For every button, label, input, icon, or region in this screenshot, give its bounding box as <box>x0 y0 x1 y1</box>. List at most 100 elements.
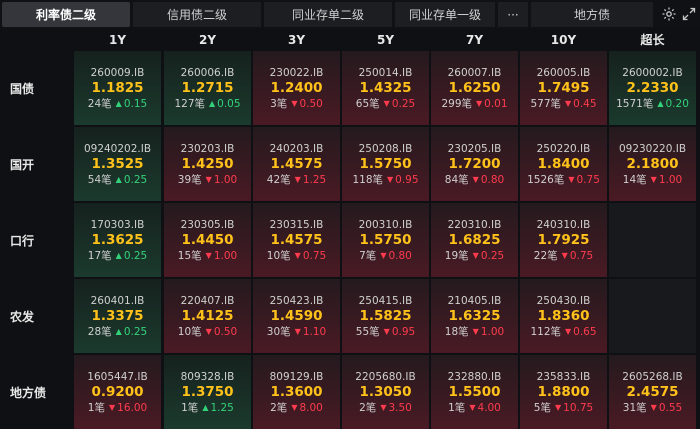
yield-value: 1.3050 <box>359 383 412 400</box>
arrow-down-icon: ▼ <box>469 402 476 412</box>
tab-credit-secondary[interactable]: 信用债二级 <box>133 2 261 27</box>
bond-code: 09240202.IB <box>83 142 152 155</box>
quote-cell[interactable]: 2205680.IB 1.3050 2笔 ▼ 3.50 <box>342 355 429 429</box>
bond-code: 230203.IB <box>180 142 235 155</box>
bond-code: 809328.IB <box>180 370 235 383</box>
quote-cell[interactable]: 809328.IB 1.3750 1笔 ▲ 1.25 <box>164 355 251 429</box>
change-bp: 0.75 <box>302 249 327 262</box>
change-bp: 1.00 <box>213 173 238 186</box>
quote-cell[interactable]: 235833.IB 1.8800 5笔 ▼ 10.75 <box>520 355 607 429</box>
quote-cell[interactable]: 260006.IB 1.2715 127笔 ▲ 0.05 <box>164 51 251 125</box>
arrow-down-icon: ▼ <box>108 402 116 412</box>
arrow-down-icon: ▼ <box>650 174 657 184</box>
empty-cell <box>609 203 696 277</box>
quote-cell[interactable]: 250430.IB 1.8360 112笔 ▼ 0.65 <box>520 279 607 353</box>
gear-icon[interactable] <box>661 6 677 22</box>
change-bp: 0.80 <box>388 249 412 262</box>
trade-count: 5笔 <box>533 401 551 414</box>
arrow-down-icon: ▼ <box>294 326 301 336</box>
quote-cell[interactable]: 230022.IB 1.2400 3笔 ▼ 0.50 <box>253 51 340 125</box>
change-bp: 0.25 <box>480 249 505 262</box>
bond-code: 220310.IB <box>447 218 502 231</box>
quote-cell[interactable]: 220407.IB 1.4125 10笔 ▼ 0.50 <box>164 279 251 353</box>
bond-code: 260009.IB <box>90 66 145 79</box>
quote-cell[interactable]: 260007.IB 1.6250 299笔 ▼ 0.01 <box>431 51 518 125</box>
yield-value: 1.8360 <box>537 307 590 324</box>
trade-meta: 2笔 ▼ 3.50 <box>359 401 412 415</box>
quote-cell[interactable]: 250014.IB 1.4325 65笔 ▼ 0.25 <box>342 51 429 125</box>
change-bp: 0.25 <box>123 325 148 338</box>
trade-count: 28笔 <box>87 325 112 338</box>
bond-code: 250423.IB <box>269 294 324 307</box>
quote-cell[interactable]: 250423.IB 1.4590 30笔 ▼ 1.10 <box>253 279 340 353</box>
column-header-10y: 10Y <box>550 32 577 47</box>
trade-count: 31笔 <box>622 401 647 414</box>
bond-code: 2205680.IB <box>355 370 416 383</box>
yield-value: 1.2715 <box>181 79 234 96</box>
trade-count: 127笔 <box>174 97 205 110</box>
quote-cell[interactable]: 250220.IB 1.8400 1526笔 ▼ 0.75 <box>520 127 607 201</box>
bond-code: 260007.IB <box>447 66 502 79</box>
quote-cell[interactable]: 210405.IB 1.6325 18笔 ▼ 1.00 <box>431 279 518 353</box>
quote-cell[interactable]: 250208.IB 1.5750 118笔 ▼ 0.95 <box>342 127 429 201</box>
quote-cell[interactable]: 250415.IB 1.5825 55笔 ▼ 0.95 <box>342 279 429 353</box>
quote-cell[interactable]: 170303.IB 1.3625 17笔 ▲ 0.25 <box>74 203 161 277</box>
arrow-down-icon: ▼ <box>294 174 301 184</box>
expand-icon[interactable] <box>681 6 697 22</box>
trade-meta: 10笔 ▼ 0.75 <box>267 249 326 263</box>
quote-cell[interactable]: 240203.IB 1.4575 42笔 ▼ 1.25 <box>253 127 340 201</box>
quote-cell[interactable]: 230305.IB 1.4450 15笔 ▼ 1.00 <box>164 203 251 277</box>
change-bp: 1.10 <box>302 325 327 338</box>
tab-ncd-primary[interactable]: 同业存单一级 <box>395 2 495 27</box>
arrow-down-icon: ▼ <box>387 174 394 184</box>
trade-meta: 65笔 ▼ 0.25 <box>356 97 415 111</box>
arrow-down-icon: ▼ <box>380 250 387 260</box>
trade-meta: 112笔 ▼ 0.65 <box>530 325 596 339</box>
arrow-up-icon: ▲ <box>657 98 664 108</box>
row-header: 国债 <box>10 81 35 96</box>
quote-cell[interactable]: 809129.IB 1.3600 2笔 ▼ 8.00 <box>253 355 340 429</box>
bond-code: 250430.IB <box>536 294 591 307</box>
more-tabs-button[interactable]: ··· <box>498 2 528 27</box>
quote-cell[interactable]: 230205.IB 1.7200 84笔 ▼ 0.80 <box>431 127 518 201</box>
yield-value: 0.9200 <box>91 383 144 400</box>
yield-value: 1.7925 <box>537 231 590 248</box>
quote-cell[interactable]: 2605268.IB 2.4575 31笔 ▼ 0.55 <box>609 355 696 429</box>
trade-meta: 14笔 ▼ 1.00 <box>623 173 682 187</box>
quote-cell[interactable]: 09240202.IB 1.3525 54笔 ▲ 0.25 <box>74 127 161 201</box>
change-bp: 0.15 <box>123 97 148 110</box>
quote-cell[interactable]: 2600002.IB 2.2330 1571笔 ▲ 0.20 <box>609 51 696 125</box>
trade-count: 1571笔 <box>616 97 654 110</box>
trade-count: 39笔 <box>177 173 202 186</box>
quote-cell[interactable]: 260401.IB 1.3375 28笔 ▲ 0.25 <box>74 279 161 353</box>
trade-count: 30笔 <box>266 325 291 338</box>
yield-value: 1.2400 <box>270 79 323 96</box>
quote-cell[interactable]: 240310.IB 1.7925 22笔 ▼ 0.75 <box>520 203 607 277</box>
row-header: 口行 <box>10 233 35 248</box>
quote-cell[interactable]: 260009.IB 1.1825 24笔 ▲ 0.15 <box>74 51 161 125</box>
yield-value: 1.3625 <box>91 231 144 248</box>
quote-cell[interactable]: 230315.IB 1.4575 10笔 ▼ 0.75 <box>253 203 340 277</box>
tab-ncd-secondary[interactable]: 同业存单二级 <box>264 2 392 27</box>
quote-cell[interactable]: 1605447.IB 0.9200 1笔 ▼ 16.00 <box>74 355 161 429</box>
tab-local-gov[interactable]: 地方债 <box>531 2 653 27</box>
bond-code: 210405.IB <box>447 294 502 307</box>
change-bp: 0.75 <box>569 249 594 262</box>
arrow-down-icon: ▼ <box>561 250 568 260</box>
change-bp: 0.05 <box>217 97 241 110</box>
trade-count: 1笔 <box>87 401 105 414</box>
quote-cell[interactable]: 220310.IB 1.6825 19笔 ▼ 0.25 <box>431 203 518 277</box>
arrow-down-icon: ▼ <box>383 98 390 108</box>
tab-rates-secondary[interactable]: 利率债二级 <box>2 2 130 27</box>
arrow-down-icon: ▼ <box>472 326 479 336</box>
yield-value: 1.3750 <box>181 383 234 400</box>
bond-code: 230305.IB <box>180 218 235 231</box>
quote-cell[interactable]: 09230220.IB 2.1800 14笔 ▼ 1.00 <box>609 127 696 201</box>
quote-cell[interactable]: 232880.IB 1.5500 1笔 ▼ 4.00 <box>431 355 518 429</box>
quote-cell[interactable]: 230203.IB 1.4250 39笔 ▼ 1.00 <box>164 127 251 201</box>
arrow-down-icon: ▼ <box>554 402 562 412</box>
row-header: 国开 <box>10 157 35 172</box>
quote-cell[interactable]: 260005.IB 1.7495 577笔 ▼ 0.45 <box>520 51 607 125</box>
trade-count: 7笔 <box>359 249 377 262</box>
quote-cell[interactable]: 200310.IB 1.5750 7笔 ▼ 0.80 <box>342 203 429 277</box>
